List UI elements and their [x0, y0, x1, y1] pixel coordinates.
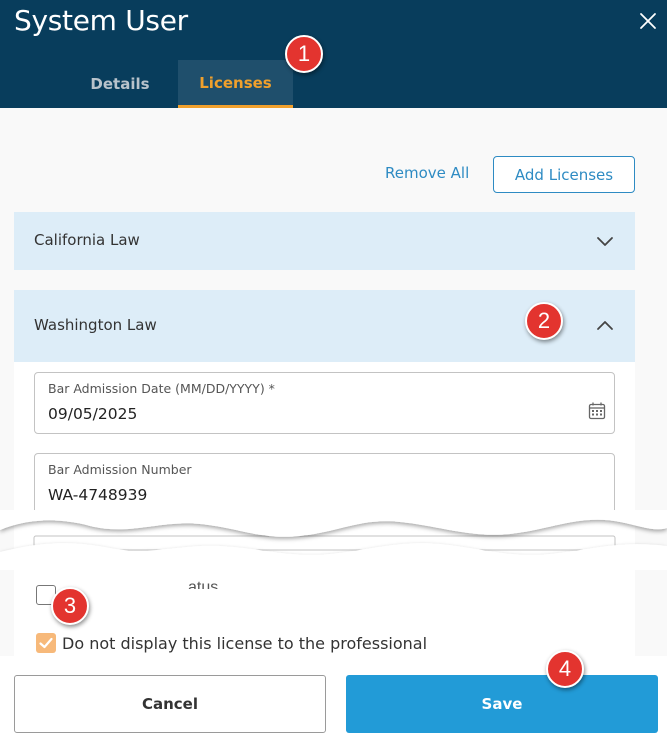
chevron-down-icon[interactable] — [595, 231, 615, 251]
hide-license-label: Do not display this license to the profe… — [62, 634, 428, 653]
torn-edge-separator — [0, 510, 667, 570]
callout-badge-1: 1 — [285, 35, 323, 73]
add-licenses-button[interactable]: Add Licenses — [493, 156, 635, 193]
field-value[interactable]: 09/05/2025 — [48, 405, 137, 423]
chevron-up-icon[interactable] — [595, 316, 615, 336]
status-checkbox-label: atus — [188, 579, 219, 589]
callout-badge-3: 3 — [51, 587, 89, 625]
bar-admission-number-field[interactable]: Bar Admission Number WA-4748939 — [34, 453, 615, 515]
hide-license-checkbox[interactable] — [36, 633, 56, 653]
close-icon[interactable] — [636, 9, 660, 33]
save-button[interactable]: Save — [346, 675, 658, 733]
dialog-header: System User Details Licenses — [0, 0, 667, 108]
accordion-label: California Law — [34, 231, 140, 249]
bar-admission-date-field[interactable]: Bar Admission Date (MM/DD/YYYY) * 09/05/… — [34, 372, 615, 434]
tab-licenses[interactable]: Licenses — [178, 60, 293, 108]
accordion-california-law[interactable]: California Law — [14, 212, 635, 270]
calendar-icon[interactable] — [587, 401, 607, 421]
accordion-label: Washington Law — [34, 316, 157, 334]
check-icon — [39, 637, 53, 649]
field-value[interactable]: WA-4748939 — [48, 486, 147, 504]
tab-details[interactable]: Details — [62, 60, 178, 108]
field-label: Bar Admission Number — [48, 462, 192, 477]
field-label: Bar Admission Date (MM/DD/YYYY) * — [48, 381, 275, 396]
remove-all-link[interactable]: Remove All — [385, 164, 469, 182]
callout-badge-2: 2 — [525, 302, 563, 340]
cancel-button[interactable]: Cancel — [14, 675, 326, 733]
callout-badge-4: 4 — [546, 650, 584, 688]
dialog-title: System User — [14, 4, 188, 37]
